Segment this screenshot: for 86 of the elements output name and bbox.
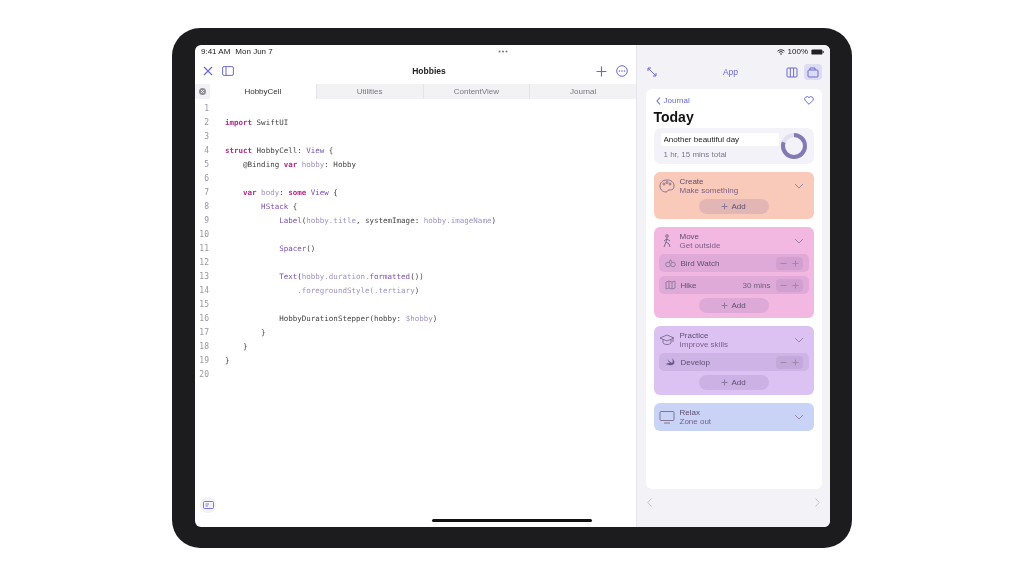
wifi-icon (776, 48, 785, 55)
add-button[interactable]: Add (698, 298, 769, 313)
binoculars-icon (664, 258, 676, 268)
preview-mode-button[interactable] (804, 64, 822, 80)
line-number: 16 (198, 313, 209, 323)
hobby-name: Bird Watch (680, 258, 721, 268)
close-tab-icon[interactable] (199, 88, 206, 95)
line-number: 6 (203, 173, 209, 183)
sidebar-icon[interactable] (222, 66, 234, 76)
page-heading: Today (653, 109, 695, 125)
status-time: 9:41 AM (201, 47, 231, 56)
chevron-left-icon (655, 96, 661, 105)
console-icon (202, 500, 214, 510)
hobby-duration: 30 mins (742, 280, 771, 290)
back-link[interactable]: Journal (655, 96, 690, 105)
category-subtitle: Get outside (679, 241, 722, 250)
monitor-icon (658, 410, 675, 424)
duration-stepper[interactable] (775, 355, 803, 369)
day-title-field[interactable]: Another beautiful day (660, 133, 779, 146)
file-tab[interactable]: Journal (529, 84, 636, 99)
file-tab[interactable]: ContentView (422, 84, 530, 99)
line-number: 9 (203, 215, 209, 225)
palette-icon (658, 179, 675, 193)
total-time: 1 hr, 15 mins total (662, 150, 728, 159)
category-title: Create (679, 177, 705, 186)
hobby-name: Develop (680, 357, 711, 367)
category-title: Move (679, 232, 701, 241)
line-number: 20 (198, 369, 209, 379)
heart-icon[interactable] (803, 96, 814, 105)
line-number: 2 (203, 117, 209, 127)
plus-icon[interactable] (791, 259, 799, 267)
duration-stepper[interactable] (775, 278, 803, 292)
file-tab[interactable]: Utilities (315, 84, 423, 99)
expand-icon[interactable] (647, 67, 657, 77)
file-tab[interactable]: HobbyCell (210, 84, 316, 99)
bird-icon (664, 357, 676, 367)
window-icon (807, 66, 819, 78)
line-number: 10 (198, 229, 209, 239)
map-icon (664, 280, 676, 290)
preview-title: App (721, 67, 740, 77)
category-title: Relax (679, 408, 701, 417)
add-button[interactable]: Add (698, 375, 769, 390)
plus-icon[interactable] (791, 358, 799, 366)
line-number: 17 (198, 327, 209, 337)
hobby-name: Hike (680, 280, 698, 290)
line-number: 3 (203, 131, 209, 141)
chevron-icon[interactable] (793, 238, 804, 244)
line-number: 11 (198, 243, 209, 253)
plus-icon (721, 203, 729, 210)
category-subtitle: Make something (679, 186, 740, 195)
category-subtitle: Zone out (679, 417, 713, 426)
add-icon[interactable] (596, 65, 607, 77)
category-title: Practice (679, 331, 710, 340)
chevron-icon[interactable] (793, 337, 804, 343)
line-number: 4 (203, 145, 209, 155)
chevron-icon[interactable] (793, 183, 804, 189)
line-number: 8 (203, 201, 209, 211)
add-button[interactable]: Add (698, 199, 769, 214)
progress-ring (780, 133, 807, 159)
more-icon[interactable] (616, 65, 628, 77)
battery-icon (811, 48, 824, 55)
line-number: 15 (198, 299, 209, 309)
line-number: 7 (203, 187, 209, 197)
line-number: 18 (198, 341, 209, 351)
battery-percent: 100% (787, 47, 808, 56)
columns-icon[interactable] (786, 66, 798, 78)
status-date: Mon Jun 7 (235, 47, 273, 56)
category-subtitle: Improve skills (679, 340, 729, 349)
line-number: 5 (203, 159, 209, 169)
editor-title: Hobbies (411, 66, 447, 76)
next-icon[interactable] (815, 498, 820, 507)
previous-icon[interactable] (647, 498, 652, 507)
plus-icon (721, 302, 729, 309)
line-number: 14 (198, 285, 209, 295)
graduation-cap-icon (658, 333, 675, 347)
duration-stepper[interactable] (775, 256, 803, 270)
console-button[interactable] (200, 497, 216, 513)
close-icon[interactable] (203, 66, 213, 76)
plus-icon (721, 379, 729, 386)
line-number: 12 (198, 257, 209, 267)
line-number: 19 (198, 355, 209, 365)
line-number: 1 (203, 103, 209, 113)
plus-icon[interactable] (791, 281, 799, 289)
multitask-dots-icon[interactable] (497, 50, 508, 53)
chevron-icon[interactable] (793, 414, 804, 420)
line-number: 13 (198, 271, 209, 281)
